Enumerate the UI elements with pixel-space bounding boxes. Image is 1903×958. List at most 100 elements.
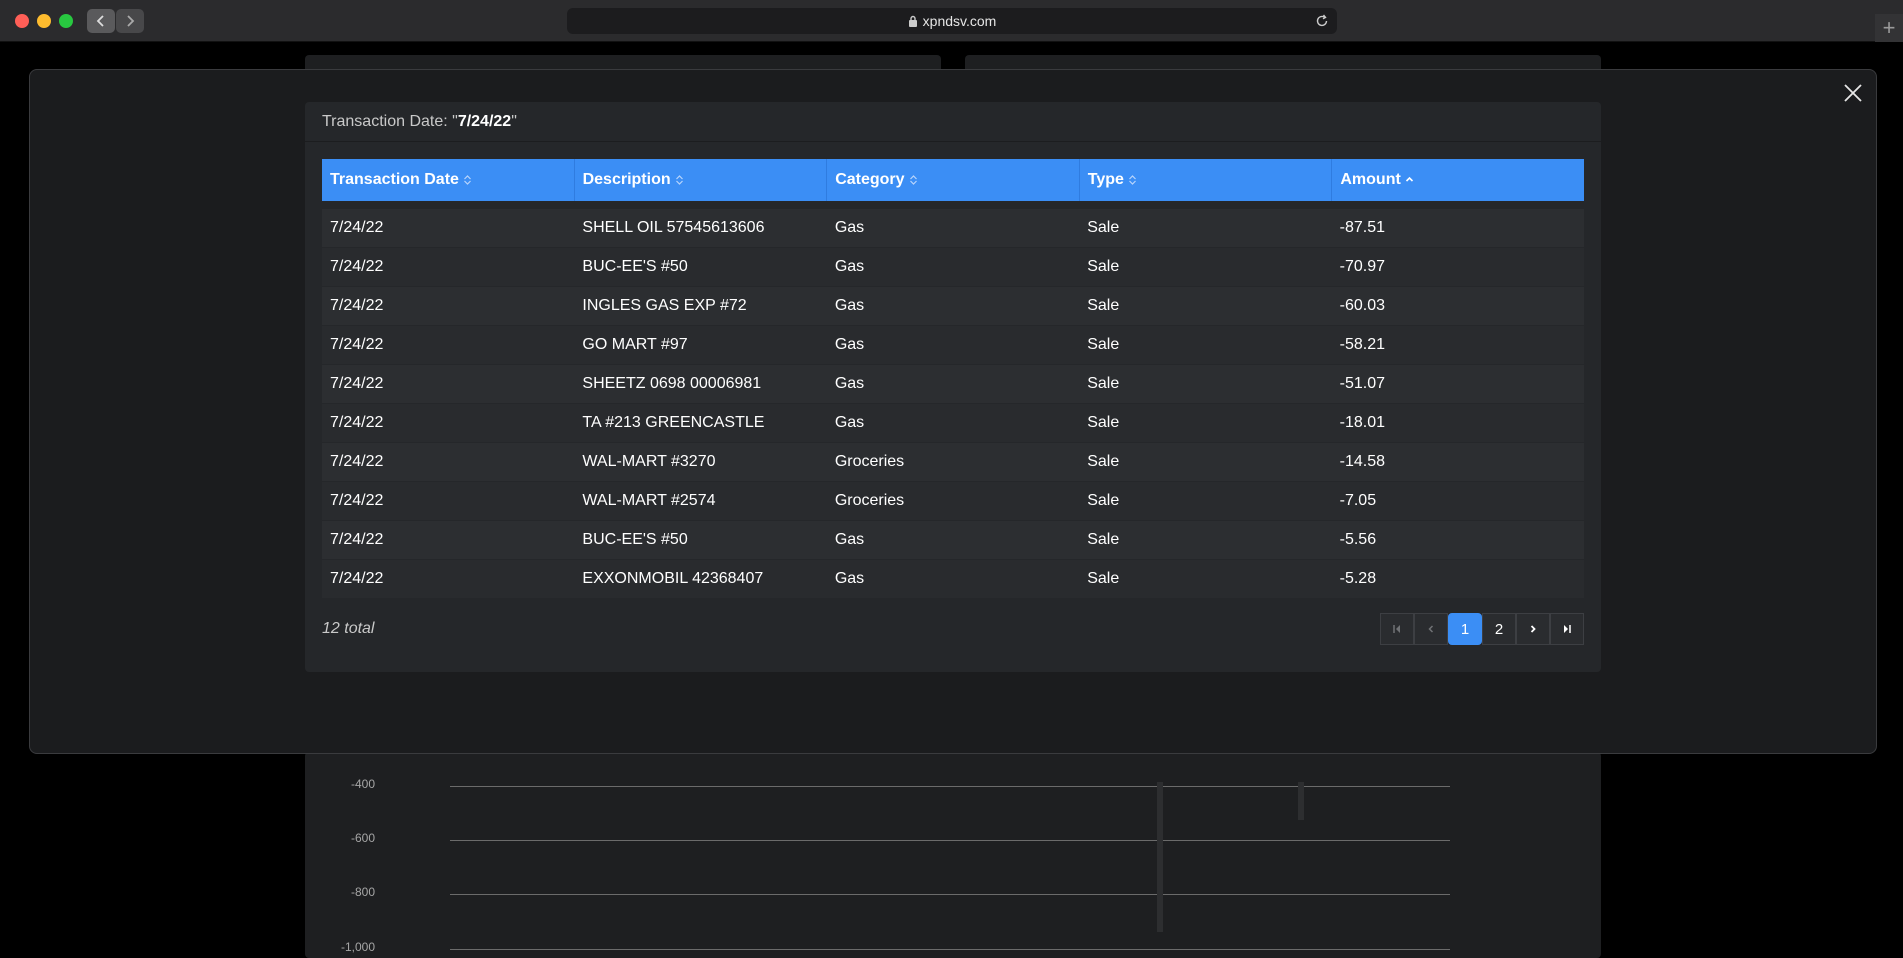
background-chart: -400 -600 -800 -1,000 xyxy=(305,752,1601,958)
last-page-icon xyxy=(1564,625,1571,633)
table-row[interactable]: 7/24/22 WAL-MART #2574 Groceries Sale -7.05 xyxy=(322,482,1584,521)
close-window-button[interactable] xyxy=(15,14,29,28)
cell-category: Gas xyxy=(834,297,865,314)
cell-amount: -58.21 xyxy=(1339,336,1385,353)
cell-category: Gas xyxy=(834,375,865,392)
table-row[interactable]: 7/24/22 TA #213 GREENCASTLE Gas Sale -18.01 xyxy=(322,404,1584,443)
sort-icon xyxy=(675,175,683,185)
cell-description: WAL-MART #3270 xyxy=(582,453,716,470)
cell-amount: -60.03 xyxy=(1339,297,1385,314)
cell-date: 7/24/22 xyxy=(330,570,384,587)
cell-description: SHEETZ 0698 00006981 xyxy=(582,375,762,392)
cell-type: Sale xyxy=(1087,297,1120,314)
first-page-icon xyxy=(1393,625,1400,633)
cell-date: 7/24/22 xyxy=(330,453,384,470)
back-button[interactable] xyxy=(87,9,115,33)
minimize-window-button[interactable] xyxy=(37,14,51,28)
cell-type: Sale xyxy=(1087,570,1120,587)
sort-ascending-icon xyxy=(1405,176,1413,182)
transactions-table: Transaction Date Description Category Ty… xyxy=(322,159,1584,599)
column-header-description[interactable]: Description xyxy=(575,159,828,201)
new-tab-button[interactable]: + xyxy=(1875,14,1903,42)
total-count: 12 total xyxy=(322,620,375,637)
sort-icon xyxy=(464,175,471,185)
last-page-button[interactable] xyxy=(1550,613,1584,645)
forward-button[interactable] xyxy=(116,9,144,33)
table-row[interactable]: 7/24/22 BUC-EE'S #50 Gas Sale -70.97 xyxy=(322,248,1584,287)
maximize-window-button[interactable] xyxy=(59,14,73,28)
column-header-type[interactable]: Type xyxy=(1080,159,1333,201)
cell-category: Groceries xyxy=(834,492,905,509)
chart-bar xyxy=(1157,782,1163,932)
chevron-right-icon xyxy=(127,15,135,27)
cell-type: Sale xyxy=(1087,414,1120,431)
cell-description: WAL-MART #2574 xyxy=(582,492,716,509)
cell-category: Groceries xyxy=(834,453,905,470)
page-button-1[interactable]: 1 xyxy=(1448,613,1482,645)
panel-title: Transaction Date: " 7/24/22 " xyxy=(305,102,1601,142)
cell-date: 7/24/22 xyxy=(330,219,384,236)
chevron-left-icon xyxy=(1428,625,1434,633)
close-icon xyxy=(1844,84,1862,102)
column-header-transaction-date[interactable]: Transaction Date xyxy=(322,159,575,201)
cell-amount: -7.05 xyxy=(1339,492,1377,509)
cell-description: BUC-EE'S #50 xyxy=(582,531,688,548)
cell-type: Sale xyxy=(1087,258,1120,275)
cell-type: Sale xyxy=(1087,336,1120,353)
table-row[interactable]: 7/24/22 EXXONMOBIL 42368407 Gas Sale -5.28 xyxy=(322,560,1584,599)
cell-type: Sale xyxy=(1087,531,1120,548)
page-button-2[interactable]: 2 xyxy=(1482,613,1516,645)
filter-value: 7/24/22 xyxy=(457,112,512,130)
cell-description: SHELL OIL 57545613606 xyxy=(582,219,765,236)
url-text: xpndsv.com xyxy=(922,13,997,29)
first-page-button[interactable] xyxy=(1380,613,1414,645)
address-bar[interactable]: xpndsv.com xyxy=(567,8,1337,34)
previous-page-button[interactable] xyxy=(1414,613,1448,645)
gridline xyxy=(450,894,1450,895)
chart-tick-label: -1,000 xyxy=(340,940,375,954)
cell-date: 7/24/22 xyxy=(330,297,384,314)
cell-description: BUC-EE'S #50 xyxy=(582,258,688,275)
column-header-amount[interactable]: Amount xyxy=(1332,159,1584,201)
cell-category: Gas xyxy=(834,531,865,548)
table-row[interactable]: 7/24/22 GO MART #97 Gas Sale -58.21 xyxy=(322,326,1584,365)
table-row[interactable]: 7/24/22 WAL-MART #3270 Groceries Sale -14.58 xyxy=(322,443,1584,482)
gridline xyxy=(450,840,1450,841)
cell-category: Gas xyxy=(834,336,865,353)
table-row[interactable]: 7/24/22 SHELL OIL 57545613606 Gas Sale -87.5… xyxy=(322,209,1584,248)
table-row[interactable]: 7/24/22 BUC-EE'S #50 Gas Sale -5.56 xyxy=(322,521,1584,560)
reload-icon[interactable] xyxy=(1315,14,1329,28)
cell-category: Gas xyxy=(834,258,865,275)
lock-icon xyxy=(908,15,917,27)
cell-date: 7/24/22 xyxy=(330,414,384,431)
cell-description: INGLES GAS EXP #72 xyxy=(582,297,747,314)
chart-tick-label: -600 xyxy=(350,831,375,845)
browser-toolbar: xpndsv.com + xyxy=(0,0,1903,42)
column-header-category[interactable]: Category xyxy=(827,159,1080,201)
cell-date: 7/24/22 xyxy=(330,375,384,392)
cell-type: Sale xyxy=(1087,492,1120,509)
cell-category: Gas xyxy=(834,414,865,431)
cell-date: 7/24/22 xyxy=(330,531,384,548)
sort-icon xyxy=(909,175,917,185)
table-row[interactable]: 7/24/22 SHEETZ 0698 00006981 Gas Sale -51.07 xyxy=(322,365,1584,404)
table-header: Transaction Date Description Category Ty… xyxy=(322,159,1584,201)
sort-icon xyxy=(1129,175,1136,185)
cell-date: 7/24/22 xyxy=(330,336,384,353)
cell-category: Gas xyxy=(834,570,865,587)
cell-amount: -51.07 xyxy=(1339,375,1385,392)
cell-amount: -14.58 xyxy=(1339,453,1385,470)
cell-amount: -87.51 xyxy=(1339,219,1385,236)
cell-category: Gas xyxy=(834,219,865,236)
chart-tick-label: -400 xyxy=(350,777,375,791)
chevron-left-icon xyxy=(96,15,104,27)
close-modal-button[interactable] xyxy=(1841,81,1865,105)
table-footer: 12 total 1 2 xyxy=(322,613,1584,645)
table-body: 7/24/22 SHELL OIL 57545613606 Gas Sale -87.5… xyxy=(322,209,1584,599)
cell-amount: -18.01 xyxy=(1339,414,1385,431)
cell-description: GO MART #97 xyxy=(582,336,688,353)
table-row[interactable]: 7/24/22 INGLES GAS EXP #72 Gas Sale -60.03 xyxy=(322,287,1584,326)
cell-date: 7/24/22 xyxy=(330,492,384,509)
cell-type: Sale xyxy=(1087,375,1120,392)
next-page-button[interactable] xyxy=(1516,613,1550,645)
